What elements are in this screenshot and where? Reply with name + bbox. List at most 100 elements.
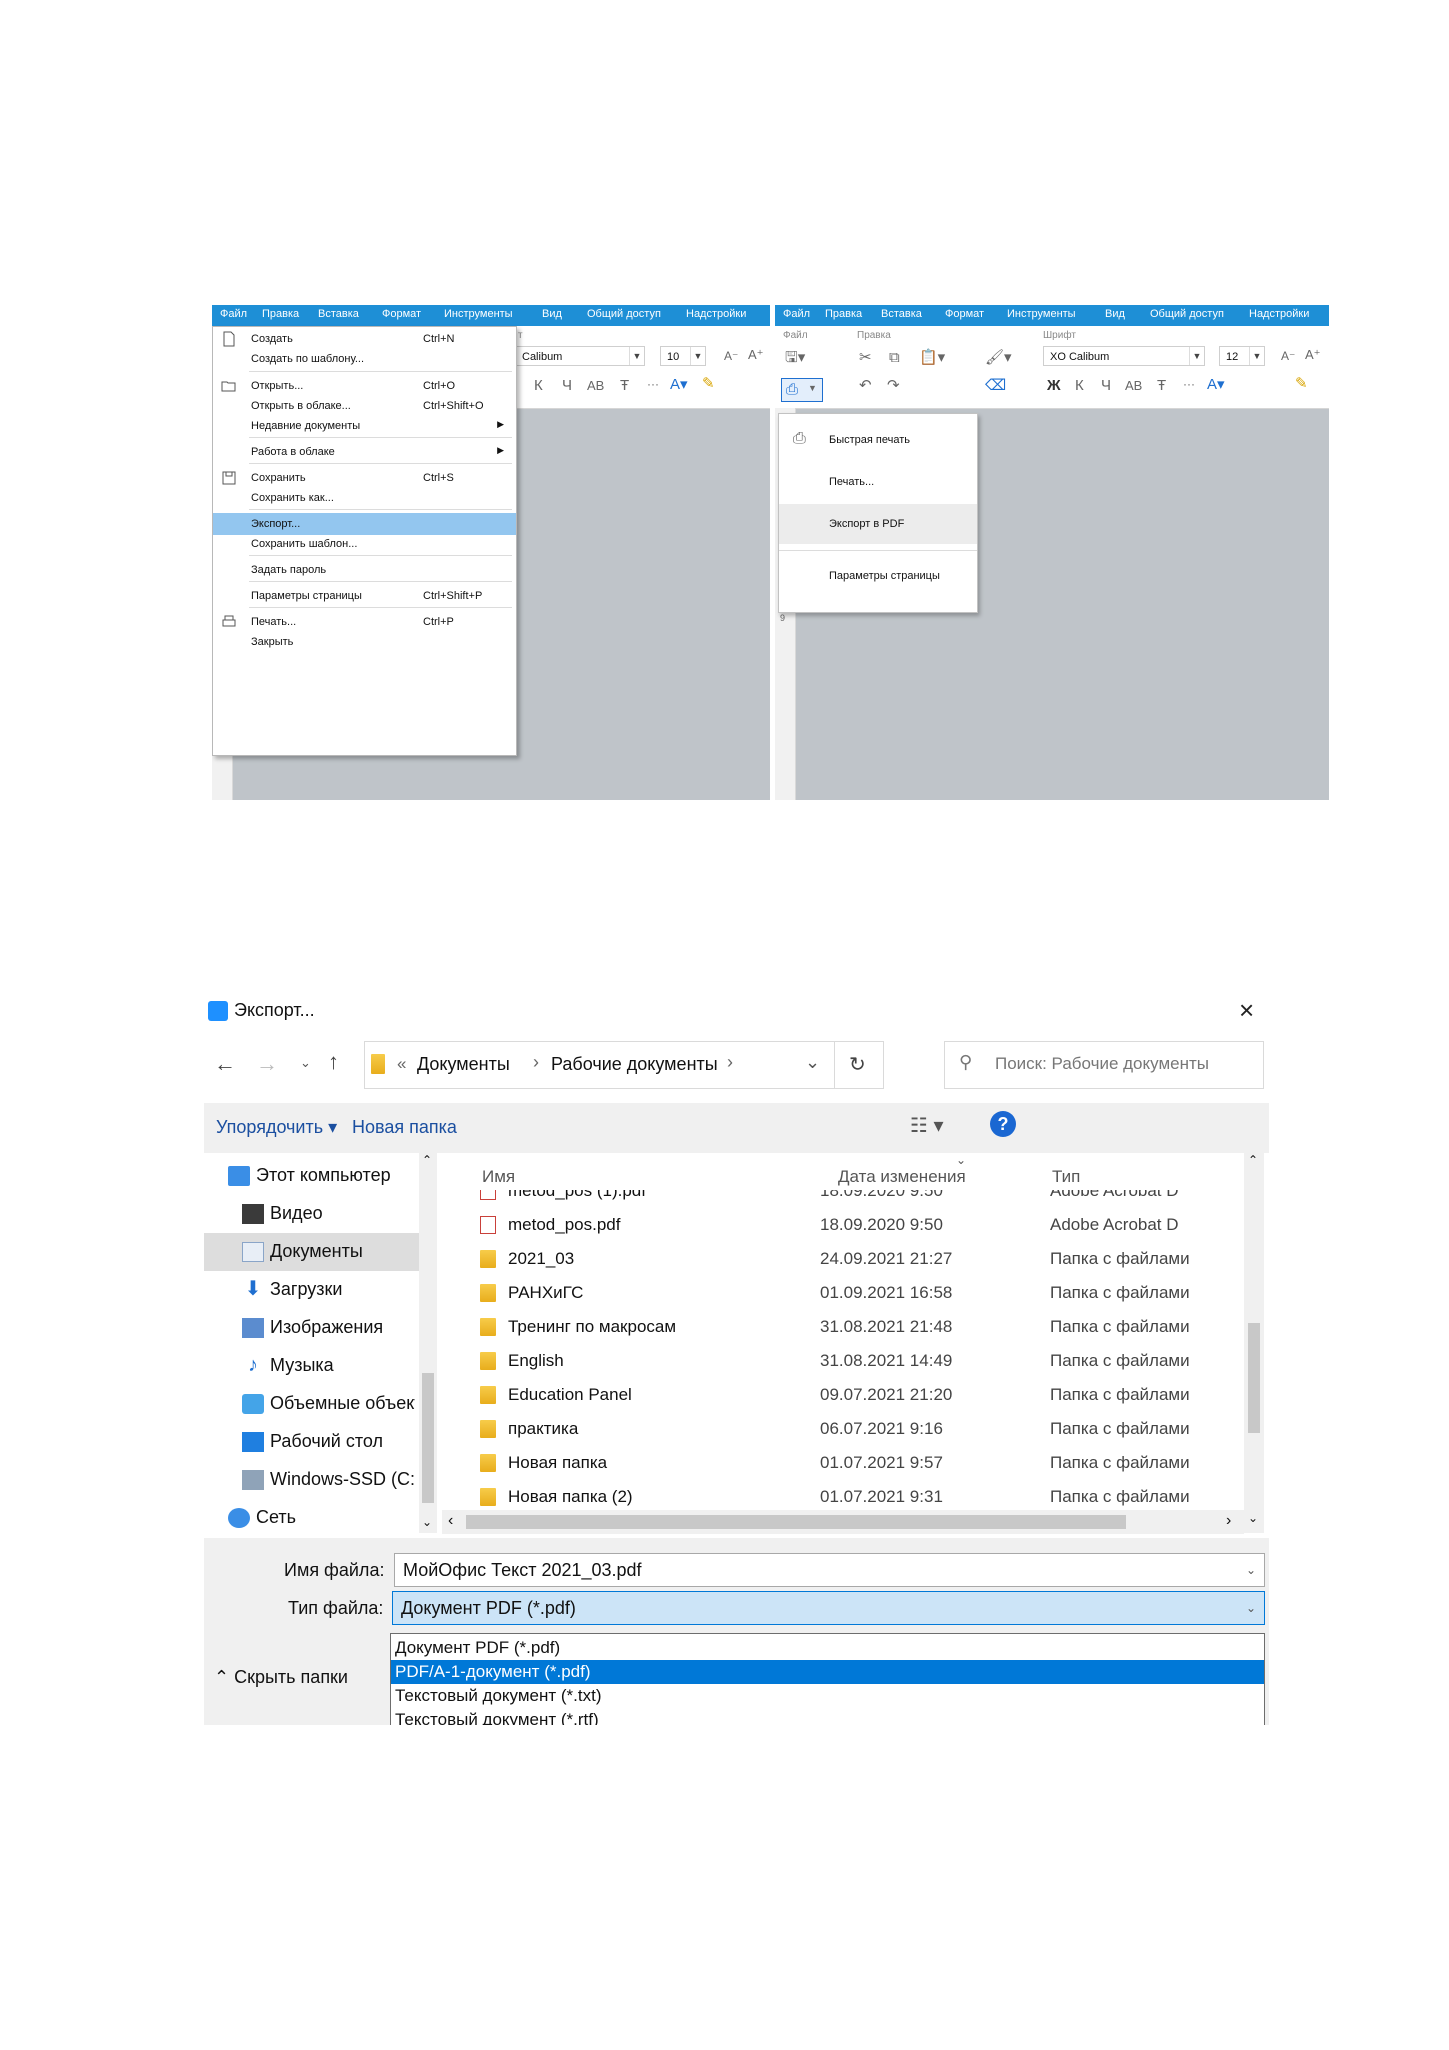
font-color-icon[interactable]: A▾	[1207, 377, 1225, 392]
scroll-thumb[interactable]	[466, 1515, 1126, 1529]
list-item[interactable]: metod_pos (1).pdf 18.09.2020 9:50 Adobe …	[464, 1190, 1244, 1208]
filetype-option[interactable]: PDF/A-1-документ (*.pdf)	[391, 1660, 1264, 1684]
column-date[interactable]: Дата изменения	[838, 1167, 966, 1187]
cut-icon[interactable]: ✂	[859, 350, 872, 365]
font-color-icon[interactable]: A▾	[670, 377, 688, 392]
file-menu-cloud-work[interactable]: Работа в облаке ▶	[213, 441, 516, 463]
file-menu-page-settings[interactable]: Параметры страницы Ctrl+Shift+P	[213, 585, 516, 607]
chevron-down-icon[interactable]: ▼	[1249, 347, 1264, 365]
file-menu-open-cloud[interactable]: Открыть в облаке... Ctrl+Shift+O	[213, 395, 516, 417]
list-item[interactable]: Тренинг по макросам 31.08.2021 21:48 Пап…	[464, 1310, 1244, 1344]
forward-arrow-icon[interactable]: →	[256, 1051, 278, 1077]
strikethrough-button[interactable]: Ŧ	[620, 378, 629, 393]
recent-chevron-icon[interactable]: ⌄	[300, 1055, 311, 1071]
strike-ab-button[interactable]: АВ	[1125, 379, 1142, 392]
chevron-down-icon[interactable]: ⌄	[805, 1052, 820, 1073]
new-folder-button[interactable]: Новая папка	[352, 1117, 457, 1138]
scroll-up-icon[interactable]: ⌃	[422, 1153, 432, 1167]
file-list-horizontal-scrollbar[interactable]: ‹ ›	[442, 1510, 1244, 1534]
print-item[interactable]: Печать...	[779, 462, 977, 502]
underline-button[interactable]: Ч	[562, 378, 572, 393]
menu-format[interactable]: Формат	[382, 308, 421, 320]
file-menu-new-from-template[interactable]: Создать по шаблону...	[213, 348, 516, 370]
menu-file[interactable]: Файл	[783, 308, 810, 320]
page-settings-item[interactable]: Параметры страницы	[779, 556, 977, 596]
nav-downloads[interactable]: ⬇ Загрузки	[204, 1271, 419, 1309]
list-item[interactable]: практика 06.07.2021 9:16 Папка с файлами	[464, 1412, 1244, 1446]
chevron-down-icon[interactable]: ▼	[1189, 347, 1204, 365]
more-button[interactable]: ···	[647, 378, 659, 390]
nav-network[interactable]: Сеть	[204, 1499, 419, 1537]
undo-icon[interactable]: ↶	[859, 378, 872, 393]
menu-sharing[interactable]: Общий доступ	[1150, 308, 1224, 320]
bold-button[interactable]: Ж	[1047, 378, 1061, 393]
breadcrumb-overflow[interactable]: «	[397, 1054, 406, 1074]
column-type[interactable]: Тип	[1052, 1167, 1080, 1187]
file-menu-new[interactable]: Создать Ctrl+N	[213, 328, 516, 350]
file-list-vertical-scrollbar[interactable]: ⌃ ⌄	[1244, 1153, 1264, 1533]
organize-button[interactable]: Упорядочить ▾	[216, 1117, 337, 1138]
help-icon[interactable]: ?	[990, 1111, 1016, 1137]
file-menu-save-as[interactable]: Сохранить как...	[213, 487, 516, 509]
menu-view[interactable]: Вид	[542, 308, 562, 320]
menu-insert[interactable]: Вставка	[318, 308, 359, 320]
strikethrough-button[interactable]: Ŧ	[1157, 378, 1166, 393]
list-item[interactable]: metod_pos.pdf 18.09.2020 9:50 Adobe Acro…	[464, 1208, 1244, 1242]
highlighter-icon[interactable]: ✎	[702, 376, 715, 391]
nav-documents[interactable]: Документы	[204, 1233, 419, 1271]
menu-format[interactable]: Формат	[945, 308, 984, 320]
scroll-right-icon[interactable]: ›	[1226, 1512, 1231, 1530]
more-button[interactable]: ···	[1183, 378, 1195, 390]
view-options-icon[interactable]: ☷ ▾	[910, 1113, 944, 1138]
column-name[interactable]: Имя	[482, 1167, 515, 1187]
menu-insert[interactable]: Вставка	[881, 308, 922, 320]
scroll-thumb[interactable]	[422, 1373, 434, 1503]
menu-tools[interactable]: Инструменты	[444, 308, 513, 320]
menu-tools[interactable]: Инструменты	[1007, 308, 1076, 320]
chevron-down-icon[interactable]: ▼	[629, 347, 644, 365]
copy-icon[interactable]: ⧉	[889, 350, 900, 365]
file-menu-save[interactable]: Сохранить Ctrl+S	[213, 467, 516, 489]
file-menu-recent[interactable]: Недавние документы ▶	[213, 415, 516, 437]
scroll-thumb[interactable]	[1248, 1323, 1260, 1433]
font-name-combo[interactable]: Calibum ▼	[515, 346, 645, 366]
font-name-combo[interactable]: XO Calibum ▼	[1043, 346, 1205, 366]
italic-button[interactable]: К	[1075, 378, 1084, 393]
export-pdf-item[interactable]: Экспорт в PDF	[779, 504, 977, 544]
strike-ab-button[interactable]: АВ	[587, 379, 604, 392]
search-box[interactable]: ⚲ Поиск: Рабочие документы	[944, 1041, 1264, 1089]
file-menu-open[interactable]: Открыть... Ctrl+O	[213, 375, 516, 397]
navigation-scrollbar[interactable]: ⌃ ⌄	[419, 1153, 437, 1533]
font-size-combo[interactable]: 12 ▼	[1219, 346, 1265, 366]
list-item[interactable]: Новая папка (2) 01.07.2021 9:31 Папка с …	[464, 1480, 1244, 1510]
chevron-down-icon[interactable]: ⌄	[1246, 1592, 1256, 1624]
nav-windows-ssd[interactable]: Windows-SSD (C:)	[204, 1461, 419, 1499]
quick-print-item[interactable]: ⎙ Быстрая печать	[779, 420, 977, 460]
menu-edit[interactable]: Правка	[825, 308, 862, 320]
italic-button[interactable]: К	[534, 378, 543, 393]
save-icon[interactable]: 🖫▾	[785, 350, 805, 365]
print-button[interactable]: ⎙ ▼	[781, 378, 823, 402]
search-input[interactable]: Поиск: Рабочие документы	[995, 1054, 1209, 1074]
scroll-down-icon[interactable]: ⌄	[1248, 1511, 1258, 1525]
list-item[interactable]: 2021_03 24.09.2021 21:27 Папка с файлами	[464, 1242, 1244, 1276]
list-item[interactable]: Новая папка 01.07.2021 9:57 Папка с файл…	[464, 1446, 1244, 1480]
font-size-combo[interactable]: 10 ▼	[660, 346, 706, 366]
decrease-font-icon[interactable]: A⁻	[1281, 350, 1295, 362]
breadcrumb-documents[interactable]: Документы	[417, 1054, 510, 1075]
nav-videos[interactable]: Видео	[204, 1195, 419, 1233]
file-menu-set-password[interactable]: Задать пароль	[213, 559, 516, 581]
decrease-font-icon[interactable]: A⁻	[724, 350, 738, 362]
nav-music[interactable]: ♪ Музыка	[204, 1347, 419, 1385]
file-menu-export[interactable]: Экспорт...	[213, 513, 516, 535]
file-menu-save-template[interactable]: Сохранить шаблон...	[213, 533, 516, 555]
list-item[interactable]: Education Panel 09.07.2021 21:20 Папка с…	[464, 1378, 1244, 1412]
breadcrumb-work-documents[interactable]: Рабочие документы	[551, 1054, 718, 1075]
file-menu-close[interactable]: Закрыть	[213, 631, 516, 653]
filetype-option[interactable]: Текстовый документ (*.txt)	[391, 1684, 1264, 1708]
hide-folders-button[interactable]: ⌃ Скрыть папки	[214, 1667, 348, 1688]
scroll-left-icon[interactable]: ‹	[448, 1512, 453, 1530]
nav-3d-objects[interactable]: Объемные объекты	[204, 1385, 419, 1423]
close-icon[interactable]: ×	[1239, 995, 1254, 1026]
filename-input[interactable]: МойОфис Текст 2021_03.pdf ⌄	[394, 1553, 1265, 1587]
